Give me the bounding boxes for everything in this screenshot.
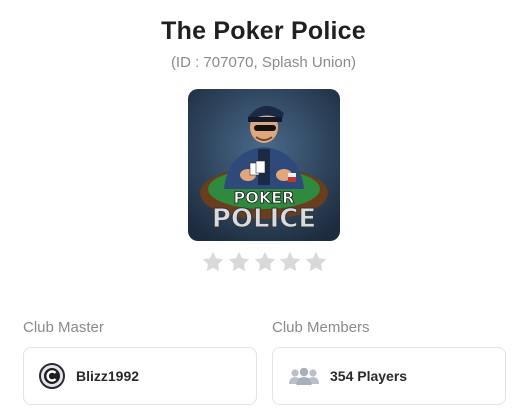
- club-detail-page: The Poker Police (ID : 707070, Splash Un…: [0, 0, 527, 418]
- users-icon: [289, 367, 319, 385]
- club-logo: POKER POLICE: [188, 89, 340, 241]
- club-rating: [201, 250, 328, 276]
- club-members-count: 354 Players: [330, 368, 408, 384]
- avatar-icon: [39, 363, 65, 389]
- club-meta: (ID : 707070, Splash Union): [170, 54, 357, 71]
- star-icon: [280, 251, 301, 272]
- star-icon: [228, 251, 249, 272]
- star-icon: [254, 251, 275, 272]
- club-master-name: Blizz1992: [76, 368, 140, 384]
- svg-text:POLICE: POLICE: [212, 204, 316, 234]
- club-members-label: Club Members: [272, 319, 370, 336]
- club-master-card[interactable]: Blizz1992: [23, 347, 257, 405]
- star-icon: [202, 251, 224, 272]
- club-name: The Poker Police: [161, 17, 366, 45]
- club-members-card[interactable]: 354 Players: [272, 347, 506, 405]
- club-master-label: Club Master: [23, 319, 104, 336]
- star-icon: [305, 251, 327, 272]
